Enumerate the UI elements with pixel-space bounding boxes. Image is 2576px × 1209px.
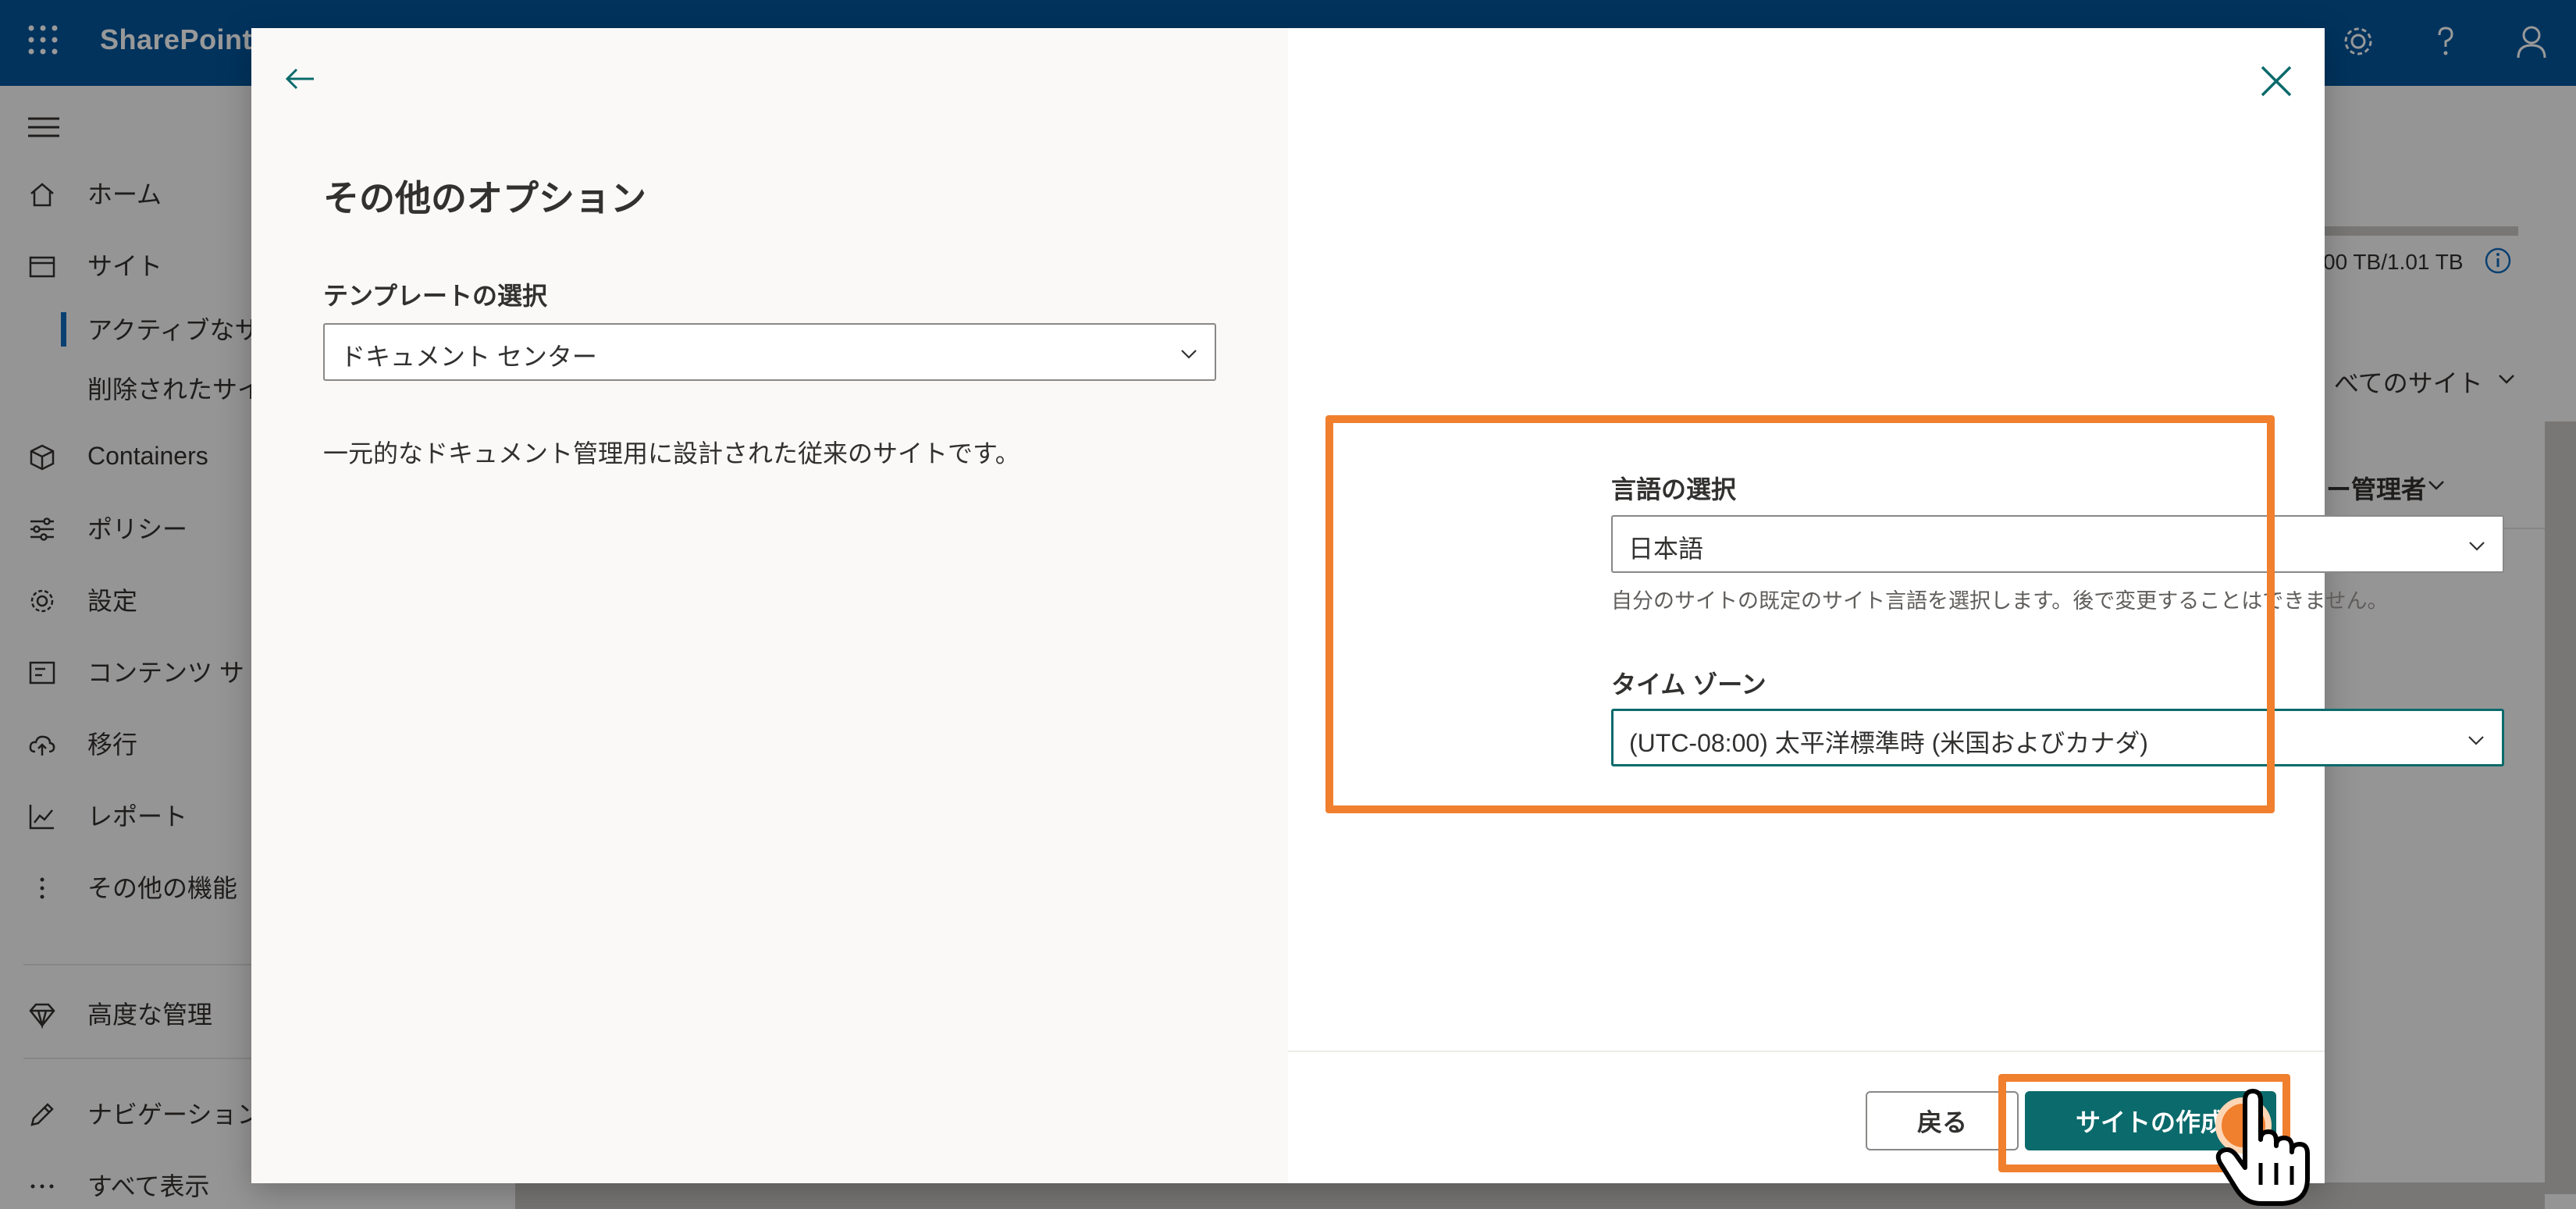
dialog-title: その他のオプション (323, 178, 646, 219)
back-button[interactable]: 戻る (1866, 1091, 2019, 1150)
chevron-down-icon (2469, 542, 2485, 551)
template-description: 一元的なドキュメント管理用に設計された従来のサイトです。 (323, 439, 1020, 468)
template-label: テンプレートの選択 (323, 282, 548, 310)
footer-divider (1288, 1051, 2325, 1052)
arrow-left-icon[interactable] (281, 59, 320, 98)
hand-cursor-icon (2215, 1089, 2310, 1206)
chevron-down-icon (2468, 736, 2484, 745)
close-icon[interactable] (2254, 59, 2298, 103)
chevron-down-icon (1181, 350, 1197, 359)
template-pane: その他のオプション テンプレートの選択 ドキュメント センター 一元的なドキュメ… (251, 28, 1288, 1183)
template-value: ドキュメント センター (340, 343, 597, 371)
template-select[interactable]: ドキュメント センター (323, 323, 1216, 381)
more-options-dialog: その他のオプション テンプレートの選択 ドキュメント センター 一元的なドキュメ… (251, 28, 2504, 1183)
highlight-language-timezone (1325, 415, 2275, 813)
